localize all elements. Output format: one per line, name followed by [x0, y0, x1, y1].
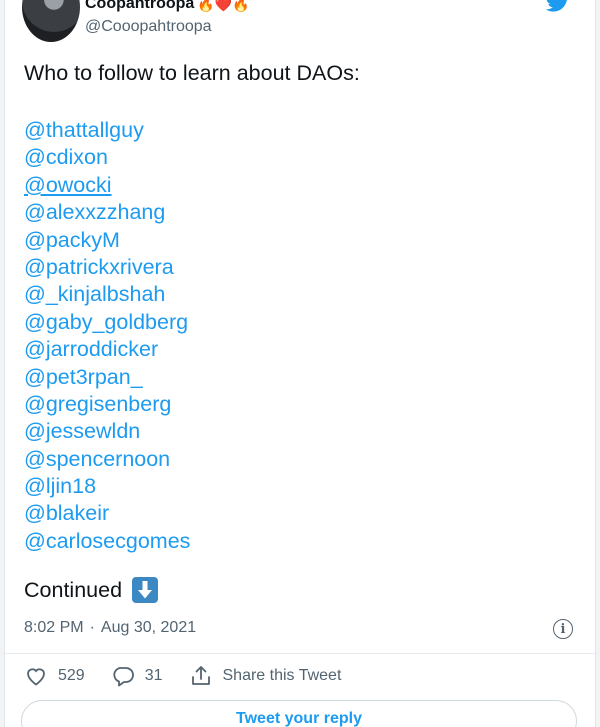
mention-link[interactable]: @ljin18 [24, 473, 360, 500]
mention-link[interactable]: @thattallguy [24, 117, 360, 144]
share-button[interactable]: Share this Tweet [189, 664, 342, 688]
info-icon[interactable]: i [553, 619, 573, 639]
mention-link[interactable]: @alexxzzhang [24, 199, 360, 226]
mention-link[interactable]: @spencernoon [24, 446, 360, 473]
reply-count: 31 [144, 667, 163, 684]
tweet-card: Coopahtroopa 🔥❤️🔥 @Cooopahtroopa Who to … [4, 0, 596, 727]
tweet-body: Who to follow to learn about DAOs: @that… [24, 60, 360, 555]
mention-link[interactable]: @packyM [24, 227, 360, 254]
mention-link[interactable]: @gregisenberg [24, 391, 360, 418]
mention-link[interactable]: @pet3rpan_ [24, 364, 360, 391]
timestamp-separator: · [89, 619, 95, 636]
tweet-timestamp[interactable]: 8:02 PM · Aug 30, 2021 [24, 619, 196, 637]
tweet-your-reply-button[interactable]: Tweet your reply [21, 700, 577, 727]
user-handle[interactable]: @Cooopahtroopa [85, 18, 212, 36]
avatar[interactable] [22, 0, 80, 42]
mention-link[interactable]: @jarroddicker [24, 336, 360, 363]
mention-list: @thattallguy @cdixon @owocki @alexxzzhan… [24, 117, 360, 555]
share-icon [191, 666, 210, 685]
tweet-intro: Who to follow to learn about DAOs: [24, 61, 360, 85]
mention-link[interactable]: @cdixon [24, 144, 360, 171]
name-emojis: 🔥❤️🔥 [197, 0, 250, 12]
divider [5, 653, 595, 654]
heart-icon [27, 668, 45, 686]
twitter-bird-icon[interactable] [545, 0, 571, 12]
reply-bubble-icon [113, 667, 134, 687]
tweet-actions: 529 31 Share this Tweet [24, 664, 367, 688]
mention-link[interactable]: @carlosecgomes [24, 528, 360, 555]
mention-link[interactable]: @_kinjalbshah [24, 281, 360, 308]
mention-link[interactable]: @owocki [24, 172, 360, 199]
tweet-time[interactable]: 8:02 PM [24, 619, 84, 637]
mention-link[interactable]: @jessewldn [24, 418, 360, 445]
mention-link[interactable]: @gaby_goldberg [24, 309, 360, 336]
tweet-date[interactable]: Aug 30, 2021 [101, 619, 196, 637]
like-count: 529 [58, 667, 85, 684]
mention-link[interactable]: @patrickxrivera [24, 254, 360, 281]
author-name-row[interactable]: Coopahtroopa 🔥❤️🔥 [85, 0, 250, 15]
continued-text: Continued [24, 577, 123, 602]
display-name[interactable]: Coopahtroopa [85, 0, 194, 13]
reply-button[interactable]: 31 [111, 664, 163, 688]
share-label: Share this Tweet [222, 667, 342, 684]
continued-line: Continued [24, 577, 159, 603]
down-arrow-button-icon [132, 577, 159, 603]
mention-link[interactable]: @blakeir [24, 500, 360, 527]
like-button[interactable]: 529 [24, 664, 85, 688]
